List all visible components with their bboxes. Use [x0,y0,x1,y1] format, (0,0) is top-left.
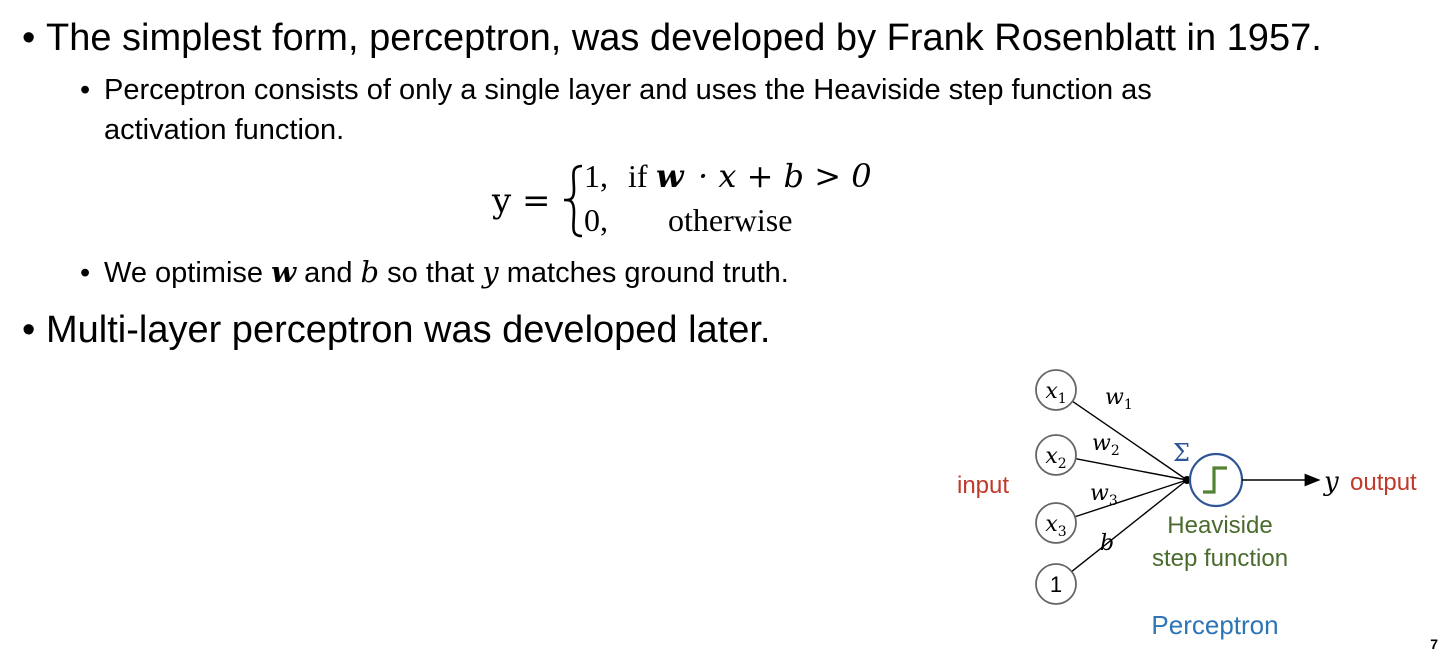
sub-bullet-2-mid: so that [379,257,483,289]
formula-case1-w: w [656,157,685,195]
input-label: input [957,472,1009,499]
sub-bullet-1-line1: Perceptron consists of only a single lay… [104,74,1152,106]
input-edge [1072,400,1188,481]
sub-bullet-2-and: and [296,257,361,289]
bullet-dot: • [22,309,36,351]
formula-case1-value: 1, [584,158,608,194]
sub-bullet-2: • We optimise w and b so that y matches g… [80,252,789,293]
diagram-weights: w1 w2 w3 b [1090,385,1133,556]
perceptron-diagram: x1 x2 x3 1 w1 w2 w3 b Σ y output input Heavisi… [940,360,1440,650]
sub-bullet-2-y: y [482,255,499,289]
formula-brace [563,164,583,238]
diagram-caption: Perceptron [1151,610,1278,640]
bullet-dot: • [80,257,91,289]
bullet-dot: • [80,74,91,106]
output-label: output [1350,469,1417,496]
bullet-2-text: Multi-layer perceptron was developed lat… [46,309,771,351]
diagram-nodes: x1x2x31 [1035,369,1077,605]
bullet-2: • Multi-layer perceptron was developed la… [22,308,771,352]
sub-bullet-1-line2: activation function. [104,114,345,146]
weight-label: w3 [1090,481,1118,509]
sub-bullet-1-continuation: activation function. [104,110,344,150]
activation-label-line2: step function [1152,545,1288,572]
sub-bullet-2-pre: We optimise [104,257,272,289]
formula-lhs: y = [491,181,551,221]
formula-case2-text: otherwise [668,202,792,238]
formula-case2-value: 0, [584,202,608,238]
bullet-1: • The simplest form, perceptron, was deve… [22,16,1322,60]
output-symbol: y [1323,467,1339,497]
bullet-dot: • [22,17,36,59]
bullet-1-text: The simplest form, perceptron, was devel… [46,17,1322,59]
sub-bullet-1: • Perceptron consists of only a single la… [80,70,1152,110]
sub-bullet-2-b: b [360,255,380,289]
input-edge [1075,458,1188,481]
activation-label-line1: Heaviside [1167,512,1272,539]
formula-case1-if: if [628,158,648,194]
weight-label: b [1100,531,1114,556]
heaviside-formula: y = 1, if w · x + b > 0 0, otherwise [490,156,910,246]
page-number: 7 [1430,636,1438,652]
weight-label: w2 [1092,431,1120,459]
sub-bullet-2-post: matches ground truth. [498,257,789,289]
input-node-label: 1 [1050,572,1062,597]
sigma-symbol: Σ [1173,439,1190,467]
sub-bullet-2-w: w [271,255,297,289]
weight-label: w1 [1105,385,1133,413]
formula-case1-rest: · x + b > 0 [698,157,872,195]
neuron-circle [1188,452,1244,508]
